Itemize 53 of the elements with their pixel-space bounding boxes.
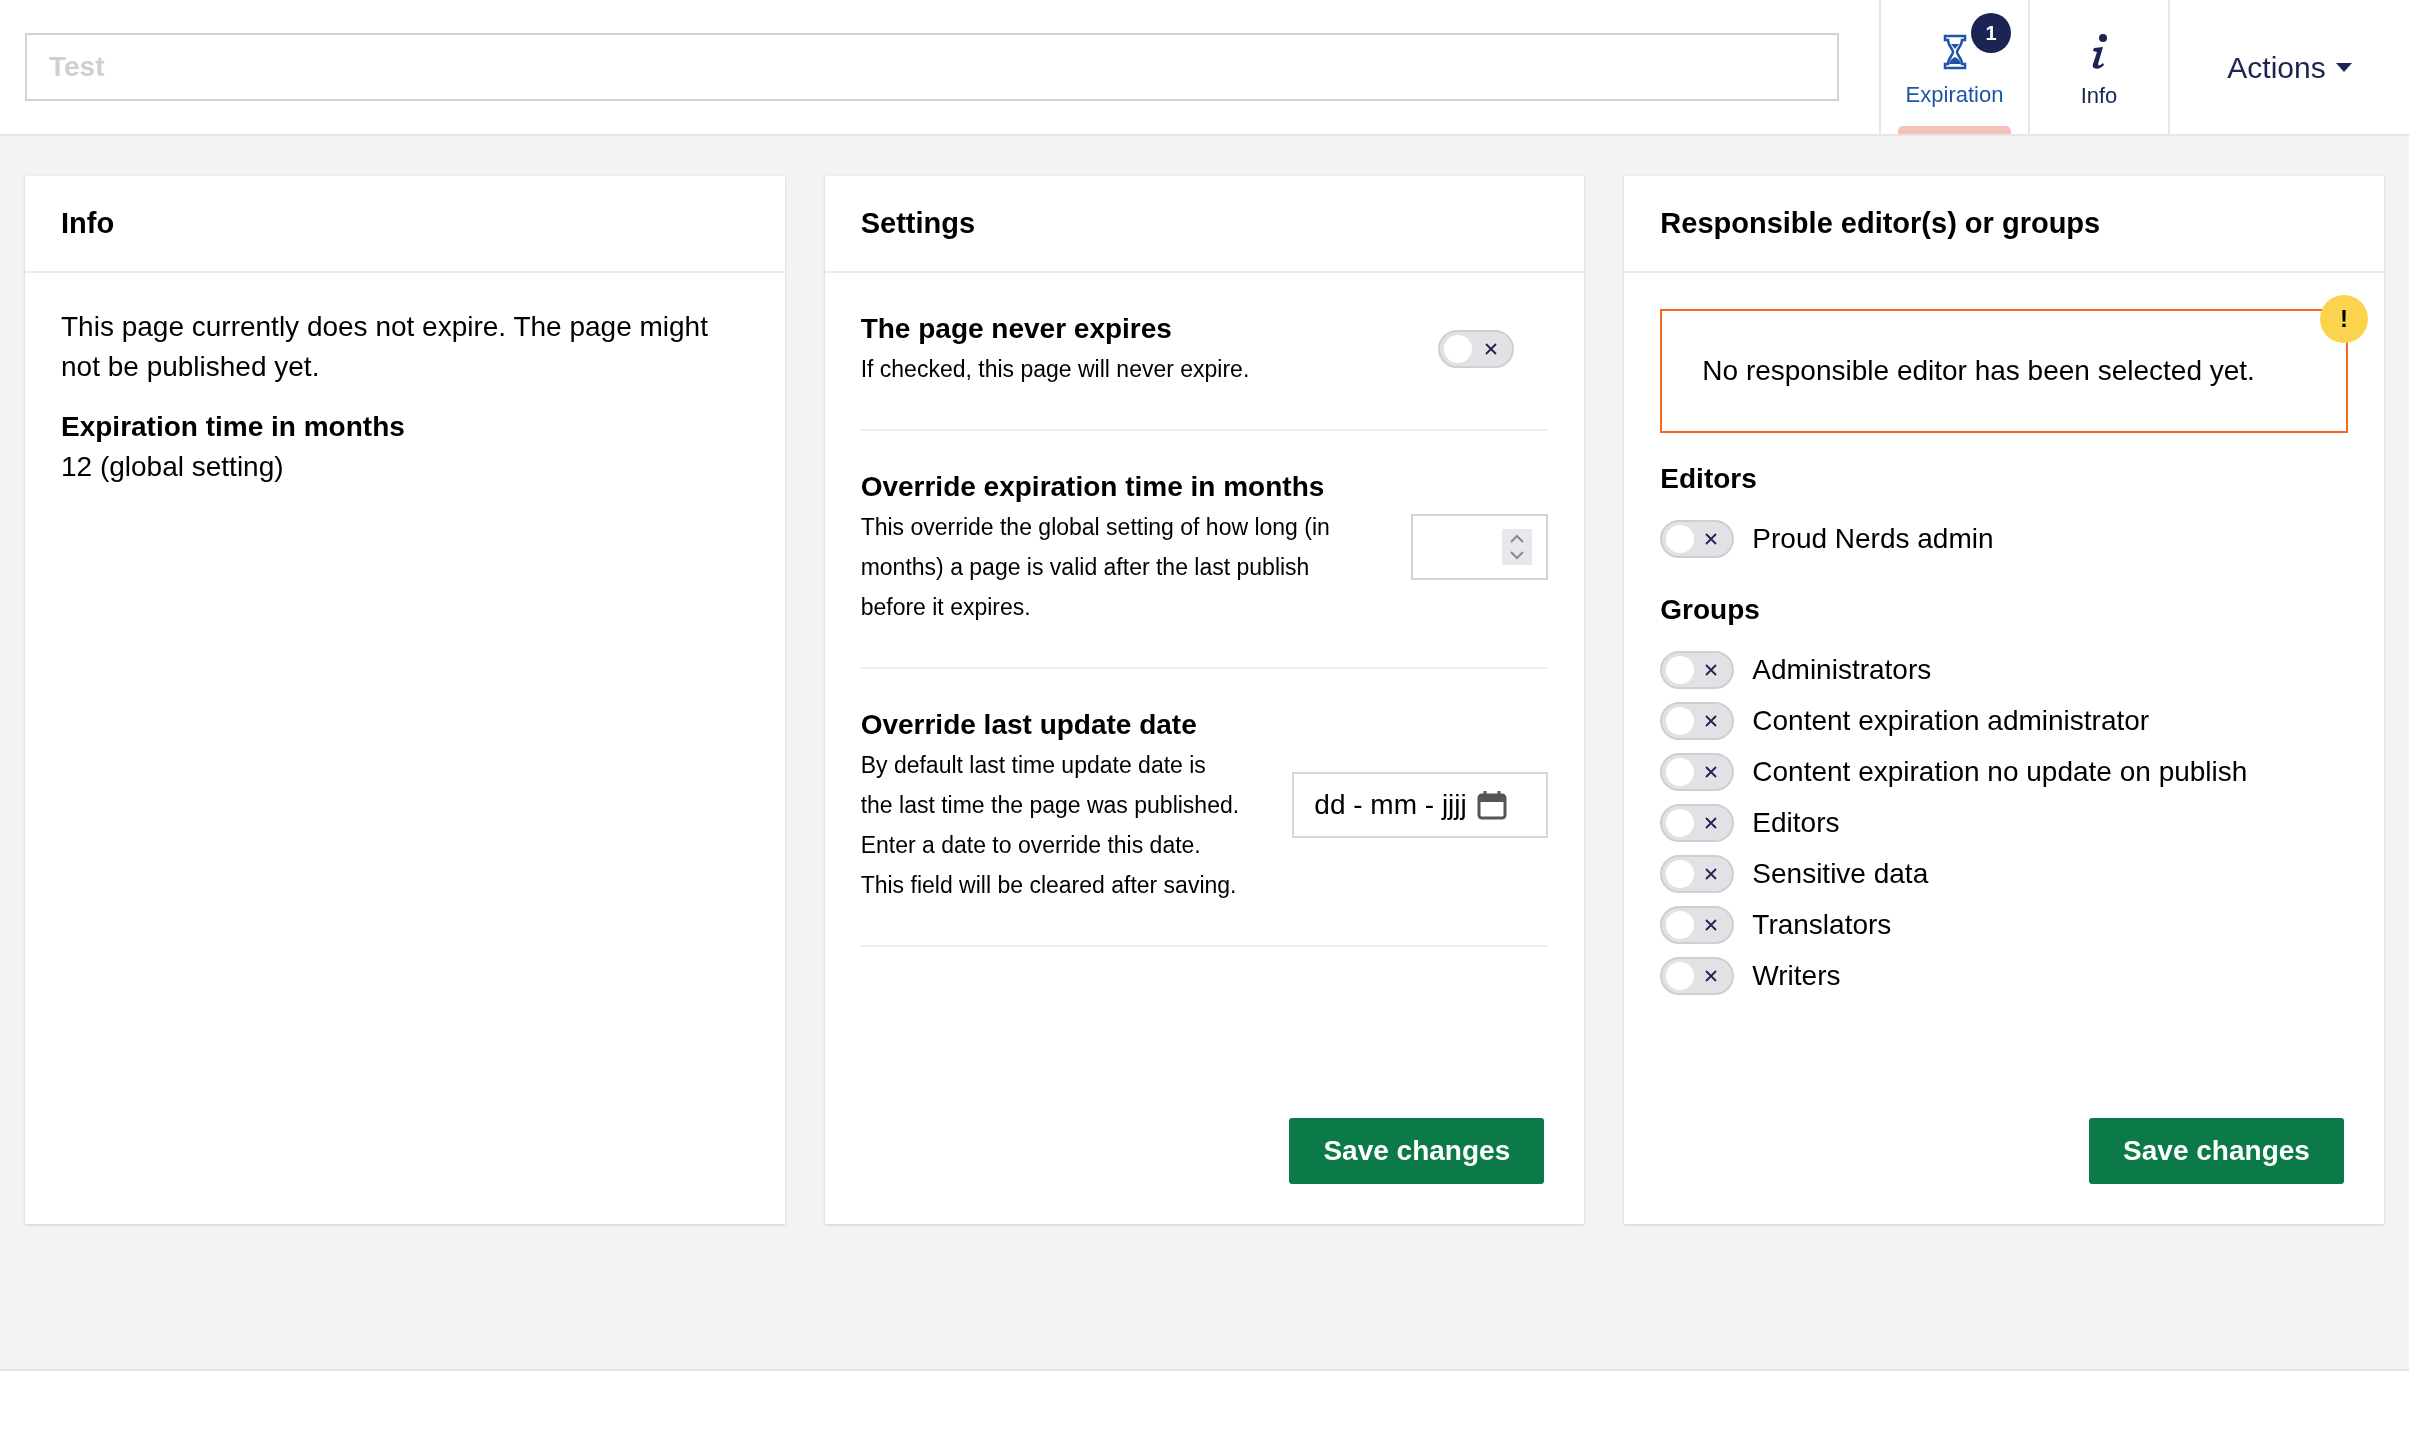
close-icon <box>1704 713 1719 728</box>
toggle-label: Translators <box>1752 907 1892 942</box>
setting-title: Override last update date <box>860 708 1198 742</box>
field-label: Expiration time in months <box>61 410 406 444</box>
toggle-label: Content expiration administrator <box>1752 703 2150 738</box>
toggle-label: Sensitive data <box>1752 856 1929 891</box>
setting-title: The page never expires <box>860 312 1173 346</box>
field-value: 12 (global setting) <box>61 450 285 484</box>
card-title: Responsible editor(s) or groups <box>1660 205 2101 241</box>
actions-dropdown[interactable]: Actions <box>2227 44 2352 90</box>
toggle-label: Content expiration no update on publish <box>1752 754 2248 789</box>
calendar-icon <box>1476 790 1507 820</box>
close-icon <box>1704 968 1719 983</box>
setting-description: If checked, this page will never expire. <box>860 355 1251 384</box>
date-field[interactable]: dd - mm - jjjj <box>1292 772 1549 838</box>
toggle-switch[interactable] <box>1660 905 1735 944</box>
toggle-switch[interactable] <box>1660 854 1735 893</box>
number-field[interactable] <box>1411 514 1549 580</box>
warning-badge: ! <box>2320 295 2368 343</box>
toggle-switch[interactable] <box>1660 956 1735 995</box>
toggle-label: Administrators <box>1752 652 1932 687</box>
spinner-icon <box>1502 529 1533 565</box>
card-title: Settings <box>860 205 976 241</box>
close-icon <box>1484 342 1499 356</box>
toggle-switch[interactable] <box>1660 752 1735 791</box>
setting-description: This override the global setting of how long (in months) a page is valid after the last publish before it expires. <box>860 513 1331 622</box>
toggle-switch[interactable] <box>1660 803 1735 842</box>
notification-badge: 1 <box>1971 13 2011 53</box>
setting-title: Override expiration time in months <box>860 470 1326 504</box>
toggle-label: Editors <box>1752 805 1840 840</box>
toggle-switch[interactable] <box>1660 519 1735 558</box>
toggle-label: Proud Nerds admin <box>1752 521 1994 556</box>
close-icon <box>1704 917 1719 932</box>
toggle-switch[interactable] <box>1660 650 1735 689</box>
close-icon <box>1704 531 1719 546</box>
caret-icon <box>2335 62 2352 72</box>
save-button[interactable]: Save changes <box>2089 1118 2344 1184</box>
setting-description: By default last time update date is the last time the page was published. Enter a date to override this date. This field will be cleared after saving. <box>860 751 1241 900</box>
close-icon <box>1704 764 1719 779</box>
close-icon <box>1704 815 1719 830</box>
toggle-switch[interactable] <box>1660 701 1735 740</box>
toggle-switch[interactable] <box>1438 330 1515 368</box>
card-title: Info <box>61 205 115 241</box>
save-button[interactable]: Save changes <box>1289 1118 1545 1184</box>
close-icon <box>1704 866 1719 881</box>
info-text: This page currently does not expire. The page might not be published yet. <box>61 310 709 384</box>
tab[interactable]: Expiration 1 <box>1879 0 2028 134</box>
tab[interactable]: Info <box>2028 0 2168 134</box>
toggle-label: Writers <box>1752 958 1841 993</box>
close-icon <box>1704 662 1719 677</box>
hourglass-icon <box>1942 33 1967 70</box>
section-heading: Editors <box>1660 462 1758 496</box>
section-heading: Groups <box>1660 593 1761 627</box>
